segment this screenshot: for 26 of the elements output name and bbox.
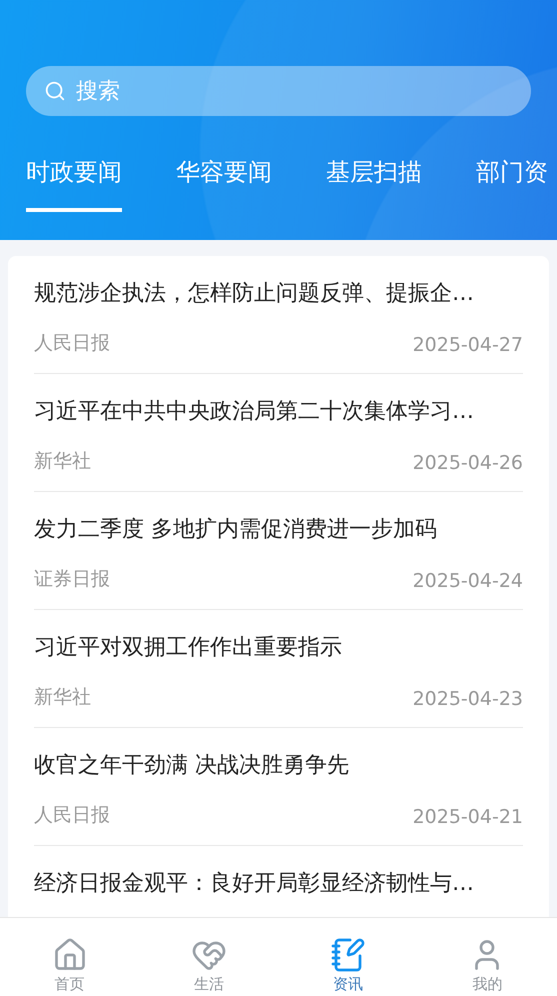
- news-source: 人民日报: [34, 331, 110, 356]
- news-date: 2025-04-27: [412, 334, 523, 356]
- nav-tab[interactable]: 首页: [0, 918, 140, 996]
- news-date: 2025-04-24: [412, 570, 523, 592]
- nav-tab[interactable]: 资讯: [278, 918, 418, 996]
- nav-tab[interactable]: 生活: [139, 918, 278, 996]
- category-tab[interactable]: 时政要闻: [26, 156, 122, 212]
- news-date: 2025-04-26: [412, 452, 523, 474]
- category-tab[interactable]: 基层扫描: [326, 156, 422, 212]
- news-source: 新华社: [34, 685, 91, 710]
- news-title[interactable]: 规范涉企执法，怎样防止问题反弹、提振企…: [34, 278, 523, 308]
- news-source: 新华社: [34, 449, 91, 474]
- news-date: 2025-04-23: [412, 688, 523, 710]
- news-title[interactable]: 经济日报金观平：良好开局彰显经济韧性与…: [34, 868, 523, 898]
- news-date: 2025-04-21: [412, 806, 523, 828]
- news-title[interactable]: 发力二季度 多地扩内需促消费进一步加码: [34, 514, 523, 544]
- news-source: 人民日报: [34, 803, 110, 828]
- news-source: 证券日报: [34, 567, 110, 592]
- notepad-pen-icon: [330, 937, 366, 973]
- news-title[interactable]: 习近平在中共中央政治局第二十次集体学习…: [34, 396, 523, 426]
- nav-tab[interactable]: 我的: [418, 918, 557, 996]
- news-title[interactable]: 习近平对双拥工作作出重要指示: [34, 632, 523, 662]
- category-tab[interactable]: 华容要闻: [176, 156, 272, 212]
- search-icon: [44, 80, 66, 102]
- news-title[interactable]: 收官之年干劲满 决战决胜勇争先: [34, 750, 523, 780]
- category-tab[interactable]: 部门资: [476, 156, 548, 212]
